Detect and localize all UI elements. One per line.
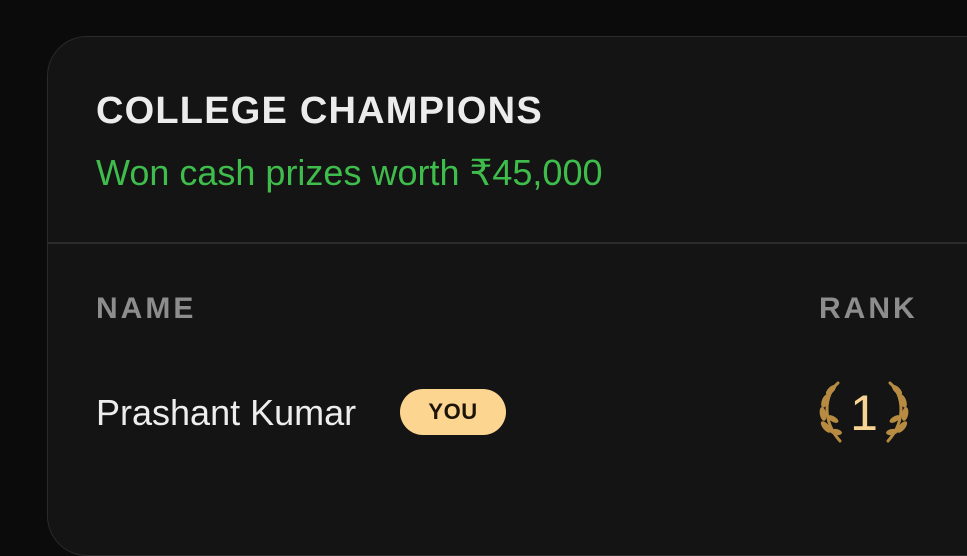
leaderboard-row[interactable]: Prashant Kumar YOU 1 xyxy=(48,377,967,447)
divider xyxy=(48,242,967,244)
card-title: COLLEGE CHAMPIONS xyxy=(96,90,543,132)
college-champions-card: COLLEGE CHAMPIONS Won cash prizes worth … xyxy=(47,36,967,556)
rank-badge: 1 xyxy=(814,377,914,447)
column-header-rank: RANK xyxy=(819,292,918,325)
column-header-name: NAME xyxy=(96,292,197,325)
you-badge: YOU xyxy=(400,389,506,435)
prize-subtitle: Won cash prizes worth ₹45,000 xyxy=(96,152,603,193)
rank-number: 1 xyxy=(850,385,878,441)
player-name: Prashant Kumar xyxy=(96,392,357,433)
